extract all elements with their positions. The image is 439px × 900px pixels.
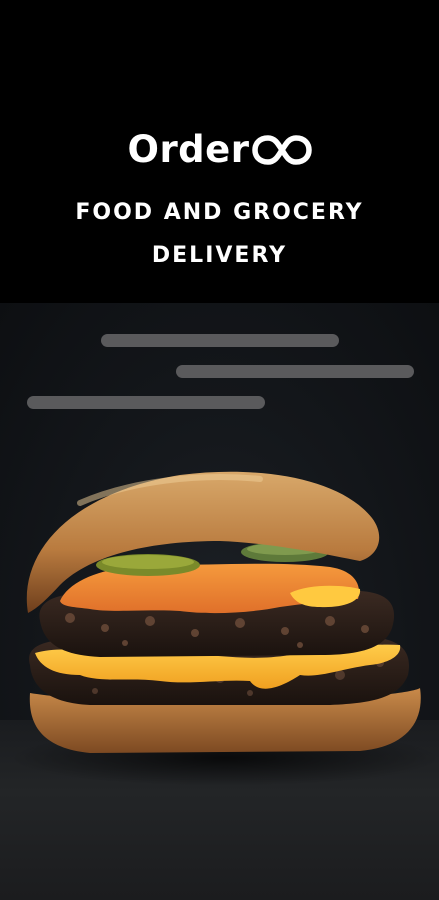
header: Order FOOD AND GROCERY DELIVERY [0, 0, 439, 303]
brand-logo: Order [0, 124, 439, 176]
burger-image [10, 471, 439, 786]
tagline-line-1: FOOD AND GROCERY [75, 200, 364, 225]
infinity-logo-icon [251, 135, 312, 165]
tagline-line-2: DELIVERY [151, 243, 288, 268]
splash-screen: Order FOOD AND GROCERY DELIVERY [0, 0, 439, 900]
brand-name: Order [127, 128, 250, 171]
